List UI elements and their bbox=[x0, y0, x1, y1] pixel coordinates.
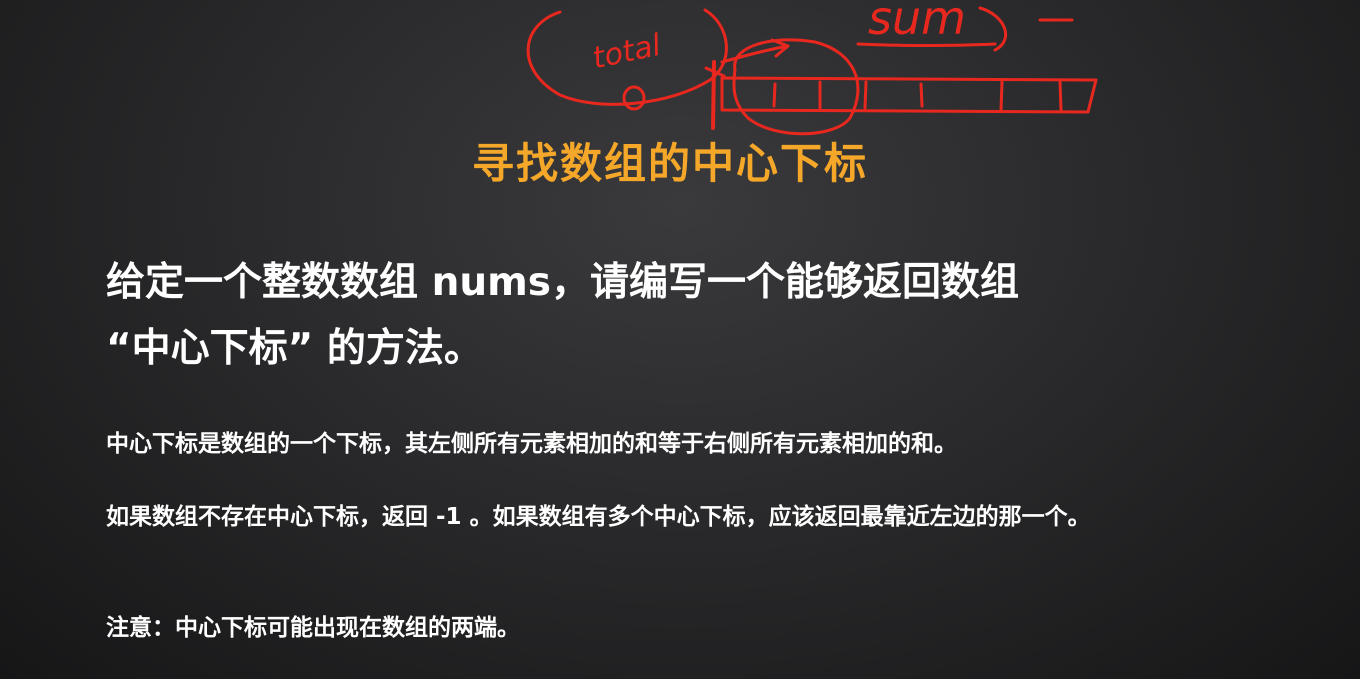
handwriting-total: total bbox=[590, 28, 665, 77]
handwriting-sum: sum bbox=[868, 0, 966, 45]
question-line-1: 给定一个整数数组 nums，请编写一个能够返回数组 bbox=[106, 260, 1019, 305]
array-box-stroke bbox=[720, 76, 1098, 114]
note-text: 注意：中心下标可能出现在数组的两端。 bbox=[106, 615, 520, 641]
arrow-head-stroke bbox=[770, 38, 790, 58]
slide-title: 寻找数组的中心下标 bbox=[471, 139, 868, 188]
divider-tick-stroke bbox=[704, 66, 726, 78]
sum-underline-stroke bbox=[856, 42, 997, 47]
question-text: 给定一个整数数组 nums，请编写一个能够返回数组 “中心下标” 的方法。 bbox=[106, 250, 1266, 382]
definition-text: 中心下标是数组的一个下标，其左侧所有元素相加的和等于右侧所有元素相加的和。 bbox=[106, 431, 957, 457]
sum-loop-stroke bbox=[978, 6, 1008, 52]
divider-mark-stroke bbox=[711, 60, 716, 130]
array-cell-dividers bbox=[772, 80, 1063, 112]
right-circle-stroke bbox=[732, 38, 860, 136]
slide: total sum 寻找数组的中心下标 给定一个整数数组 nums，请编写一个能… bbox=[0, 0, 1360, 679]
arrow-stroke bbox=[720, 44, 790, 64]
question-line-2: “中心下标” 的方法。 bbox=[106, 326, 483, 371]
small-circle-stroke bbox=[622, 85, 646, 111]
left-loop-stroke bbox=[526, 8, 728, 106]
rule-text: 如果数组不存在中心下标，返回 -1 。如果数组有多个中心下标，应该返回最靠近左边… bbox=[106, 504, 1091, 530]
